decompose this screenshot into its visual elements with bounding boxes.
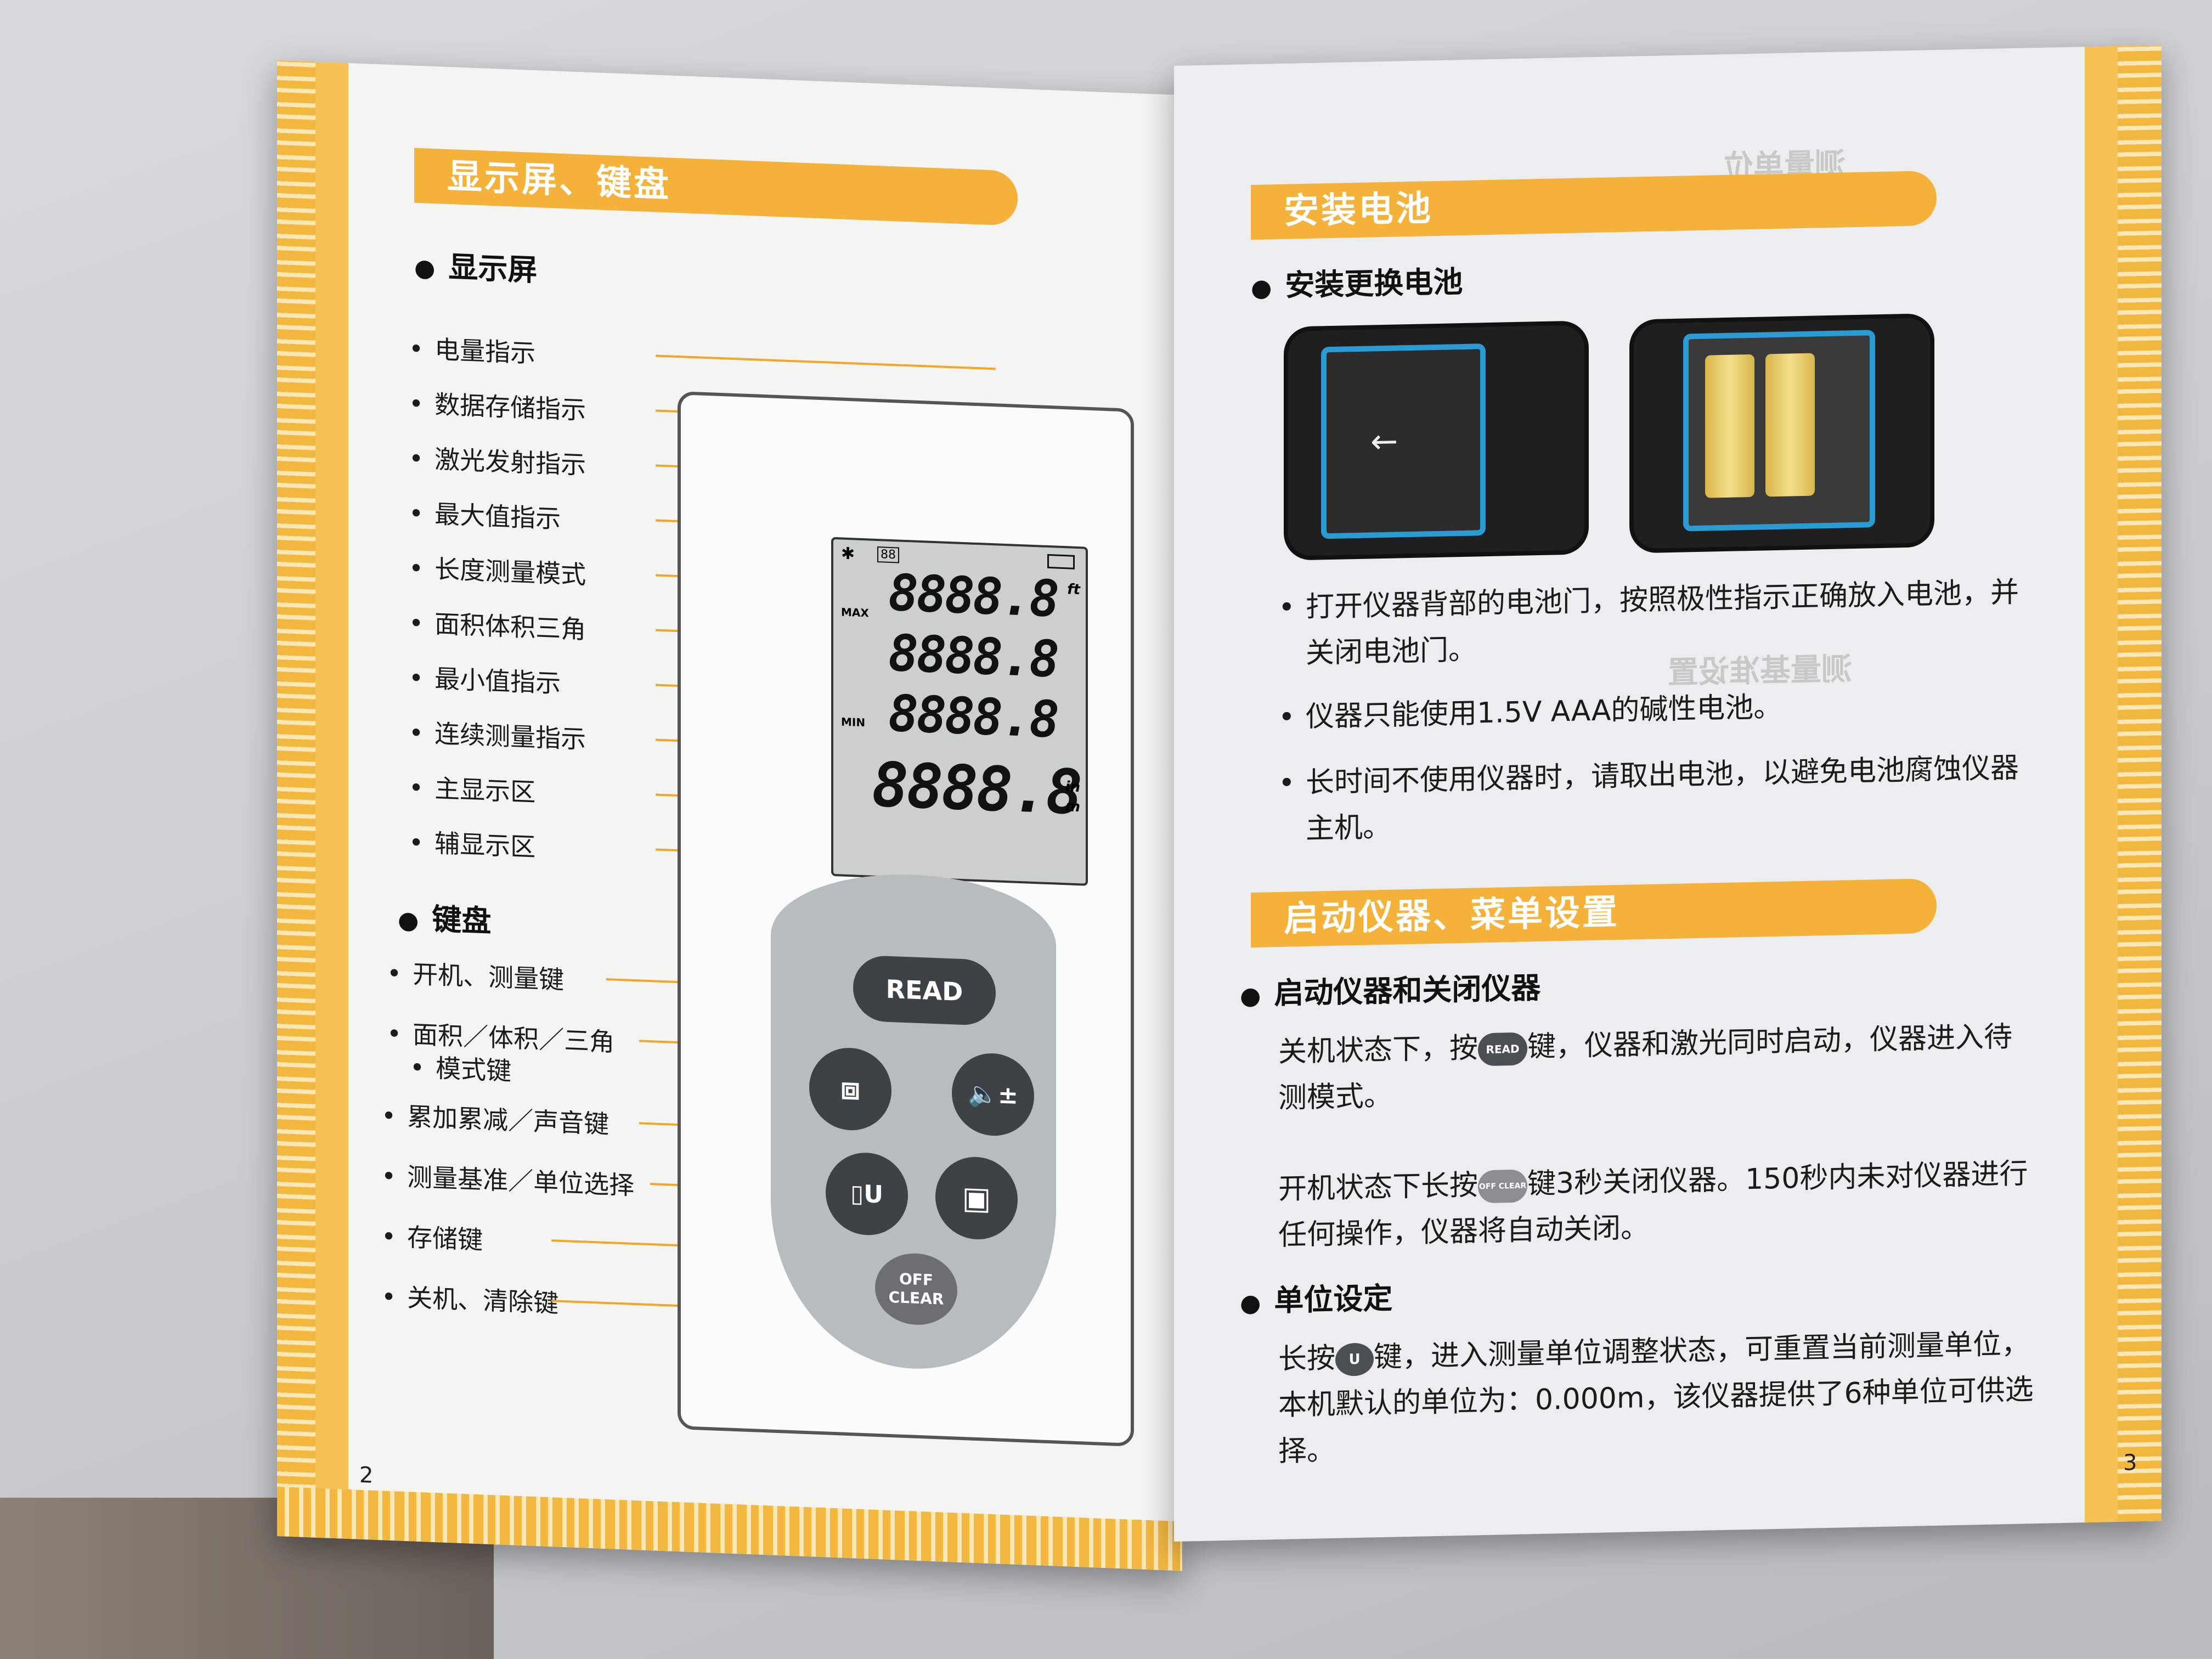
- label-area-volume-triangle: 面积体积三角: [409, 603, 586, 646]
- battery-door: [1321, 343, 1486, 539]
- off-label: OFF: [899, 1269, 934, 1289]
- label-memory-indicator: 数据存储指示: [409, 383, 586, 426]
- label-add-subtract-sound-key: 累加累减／声音键: [381, 1096, 609, 1141]
- label-battery-indicator: 电量指示: [409, 329, 535, 370]
- label-save-key: 存储键: [381, 1216, 483, 1256]
- clear-label: CLEAR: [888, 1288, 944, 1308]
- page-number: 3: [2123, 1450, 2137, 1476]
- unit-key-inline-icon: U: [1335, 1342, 1374, 1376]
- max-indicator: MAX: [841, 605, 869, 620]
- label-continuous-indicator: 连续测量指示: [409, 713, 586, 755]
- label-off-clear-key: 关机、清除键: [381, 1277, 558, 1319]
- floppy-disk-icon: ▣: [962, 1180, 991, 1217]
- section-banner-display-keypad: 显示屏、键盘: [414, 148, 1018, 226]
- label-reference-unit-key: 测量基准／单位选择: [381, 1156, 634, 1202]
- unit-text-part-1: 长按: [1278, 1341, 1336, 1376]
- battery-instruction-3: 长时间不使用仪器时，请取出电池，以避免电池腐蚀仪器主机。: [1306, 744, 2030, 852]
- battery-cell: [1705, 354, 1754, 498]
- aux-display-row-1: 8888.8: [888, 563, 1058, 629]
- reference-unit-icon: ▯U: [850, 1179, 883, 1209]
- arrow-left-icon: ←: [1370, 422, 1398, 461]
- startup-heading: 启动仪器和关闭仪器: [1240, 963, 1541, 1013]
- read-key-label: READ: [885, 974, 963, 1007]
- unit-setting-paragraph: 长按 U 键，进入测量单位调整状态，可重置当前测量单位，本机默认的单位为：0.000…: [1278, 1321, 2035, 1475]
- label-mode-key: 模式键: [387, 1047, 511, 1088]
- min-indicator: MIN: [841, 715, 866, 730]
- battery-cell: [1765, 353, 1815, 497]
- label-laser-indicator: 激光发射指示: [409, 438, 586, 481]
- section-banner-install-battery: 安装电池: [1251, 170, 1937, 240]
- section-banner-startup-menu: 启动仪器、菜单设置: [1251, 878, 1937, 948]
- leader-line: [656, 354, 996, 370]
- lcd-screen: ✱ 88 MAX MIN 8888.8 8888.8 8888.8 8888.8…: [831, 537, 1088, 886]
- read-key[interactable]: READ: [853, 955, 996, 1026]
- display-heading: 显示屏: [414, 241, 537, 290]
- battery-door-closed-photo: ←: [1284, 320, 1589, 561]
- startup-text-part-1: 关机状态下，按: [1278, 1031, 1479, 1069]
- shutdown-paragraph: 开机状态下长按 OFF CLEAR键3秒关闭仪器。150秒内未对仪器进行任何操作，…: [1278, 1150, 2035, 1259]
- label-max-indicator: 最大值指示: [409, 493, 561, 535]
- memory-indicator: 88: [877, 546, 899, 563]
- ruler-decoration-right: [2085, 45, 2162, 1523]
- aux-display-row-3: 8888.8: [888, 684, 1058, 749]
- main-display: 8888.8: [872, 749, 1081, 829]
- label-power-measure-key: 开机、测量键: [387, 953, 564, 996]
- unit-text-part-2: 键，进入测量单位调整状态，可重置当前测量单位，本机默认的单位为：0.000m，该…: [1278, 1327, 2034, 1469]
- right-page: 测量单位 测量基准设置 安装电池 安装更换电池 ← 打开仪器背部的电池门，按照极…: [1174, 45, 2162, 1542]
- plus-minus-label: ±: [997, 1080, 1018, 1110]
- label-main-display: 主显示区: [409, 768, 535, 809]
- laser-icon: ✱: [841, 544, 855, 564]
- left-page: 显示屏、键盘 显示屏 电量指示 数据存储指示 激光发射指示 最大值指示 长度测量…: [277, 60, 1182, 1571]
- keypad-heading: 键盘: [398, 893, 491, 940]
- off-clear-key-inline-icon: OFF CLEAR: [1478, 1169, 1528, 1204]
- battery-icon: [1047, 554, 1075, 569]
- label-length-mode: 长度测量模式: [409, 548, 586, 591]
- battery-heading: 安装更换电池: [1251, 257, 1463, 305]
- speaker-icon: 🔈: [968, 1080, 998, 1109]
- startup-paragraph: 关机状态下，按 READ 键，仪器和激光同时启动，仪器进入待测模式。: [1278, 1013, 2035, 1121]
- page-number: 2: [359, 1462, 374, 1488]
- battery-compartment-open-photo: [1629, 313, 1934, 554]
- read-key-inline-icon: READ: [1478, 1032, 1528, 1066]
- unit-setting-heading: 单位设定: [1240, 1274, 1392, 1321]
- aux-display-row-2: 8888.8: [888, 623, 1058, 689]
- ruler-decoration-left: [277, 60, 348, 1539]
- label-min-indicator: 最小值指示: [409, 658, 561, 700]
- unit-ft: ft: [1067, 581, 1080, 599]
- shutdown-text-part-1: 开机状态下长按: [1278, 1169, 1479, 1206]
- battery-instruction-1: 打开仪器背部的电池门，按照极性指示正确放入电池，并关闭电池门。: [1306, 569, 2030, 676]
- cube-icon: ⧈: [840, 1070, 860, 1107]
- label-aux-display: 辅显示区: [409, 822, 535, 864]
- unit-in: in: [1065, 778, 1080, 796]
- battery-instruction-2: 仪器只能使用1.5V AAA的碱性电池。: [1306, 679, 2030, 740]
- unit-m: m: [1065, 798, 1080, 816]
